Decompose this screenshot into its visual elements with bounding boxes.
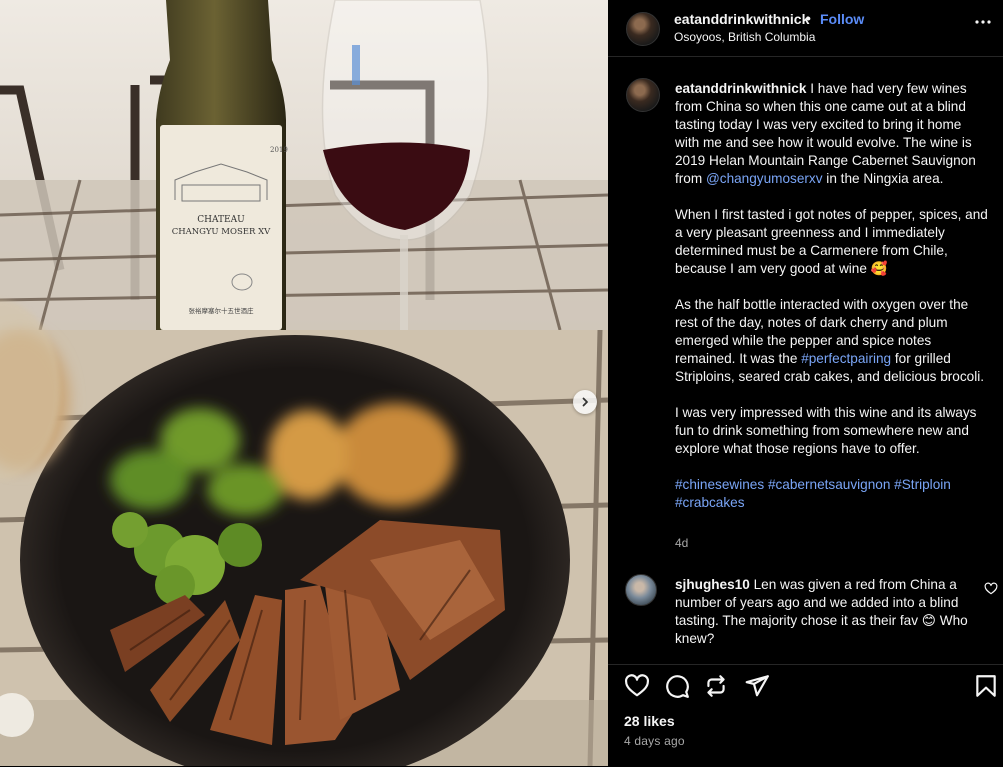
caption-avatar[interactable] [626, 78, 660, 112]
hashtag-link[interactable]: #Striploin [894, 477, 951, 492]
hashtag-link[interactable]: #chinesewines [675, 477, 764, 492]
svg-text:CHATEAU: CHATEAU [197, 215, 245, 225]
comment-username[interactable]: sjhughes10 [675, 577, 750, 592]
svg-text:2019: 2019 [270, 146, 288, 154]
more-horizontal-icon[interactable] [973, 12, 993, 32]
caption-text: eatanddrinkwithnick I have had very few … [675, 80, 988, 530]
svg-text:CHANGYU MOSER XV: CHANGYU MOSER XV [172, 227, 271, 237]
next-photo-button[interactable] [573, 390, 597, 414]
post-location[interactable]: Osoyoos, British Columbia [674, 30, 815, 44]
separator-dot: • [806, 10, 811, 26]
caption-paragraph-4: I was very impressed with this wine and … [675, 405, 977, 456]
follow-button[interactable]: Follow [820, 11, 864, 27]
caption-paragraph-1b: in the Ningxia area. [822, 171, 944, 186]
chevron-right-icon [582, 397, 588, 407]
photo-canvas: 2019 CHATEAU CHANGYU MOSER XV 张裕摩塞尔十五世酒庄 [0, 0, 608, 766]
comment-item: sjhughes10 Len was given a red from Chin… [675, 576, 975, 648]
repost-icon[interactable] [703, 673, 729, 699]
hashtag-list: #chinesewines #cabernetsauvignon #Stripl… [675, 476, 988, 512]
bookmark-icon[interactable] [973, 673, 999, 699]
heart-icon[interactable] [624, 673, 650, 699]
mention-link[interactable]: @changyumoserxv [706, 171, 823, 186]
author-username[interactable]: eatanddrinkwithnick [674, 11, 809, 27]
comment-icon[interactable] [664, 673, 690, 699]
commenter-avatar[interactable] [625, 574, 657, 606]
comment-heart-icon[interactable] [984, 582, 998, 596]
hashtag-link[interactable]: #cabernetsauvignon [768, 477, 890, 492]
caption-timestamp[interactable]: 4d [675, 536, 688, 550]
likes-count[interactable]: 28 likes [624, 713, 675, 729]
post-photo[interactable]: 2019 CHATEAU CHANGYU MOSER XV 张裕摩塞尔十五世酒庄 [0, 0, 608, 766]
hashtag-link[interactable]: #crabcakes [675, 495, 745, 510]
post-date[interactable]: 4 days ago [624, 734, 685, 748]
svg-text:张裕摩塞尔十五世酒庄: 张裕摩塞尔十五世酒庄 [189, 306, 255, 315]
caption-username[interactable]: eatanddrinkwithnick [675, 81, 806, 96]
post-actions: 28 likes 4 days ago [608, 664, 1003, 767]
post-header: eatanddrinkwithnick • Follow Osoyoos, Br… [608, 0, 1003, 57]
caption-paragraph-2: When I first tasted i got notes of peppe… [675, 207, 988, 276]
wine-bottle: 2019 CHATEAU CHANGYU MOSER XV 张裕摩塞尔十五世酒庄 [156, 0, 288, 330]
author-avatar[interactable] [626, 12, 660, 46]
share-icon[interactable] [744, 673, 770, 699]
post-panel: eatanddrinkwithnick • Follow Osoyoos, Br… [608, 0, 1003, 766]
hashtag-link[interactable]: #perfectpairing [801, 351, 891, 366]
